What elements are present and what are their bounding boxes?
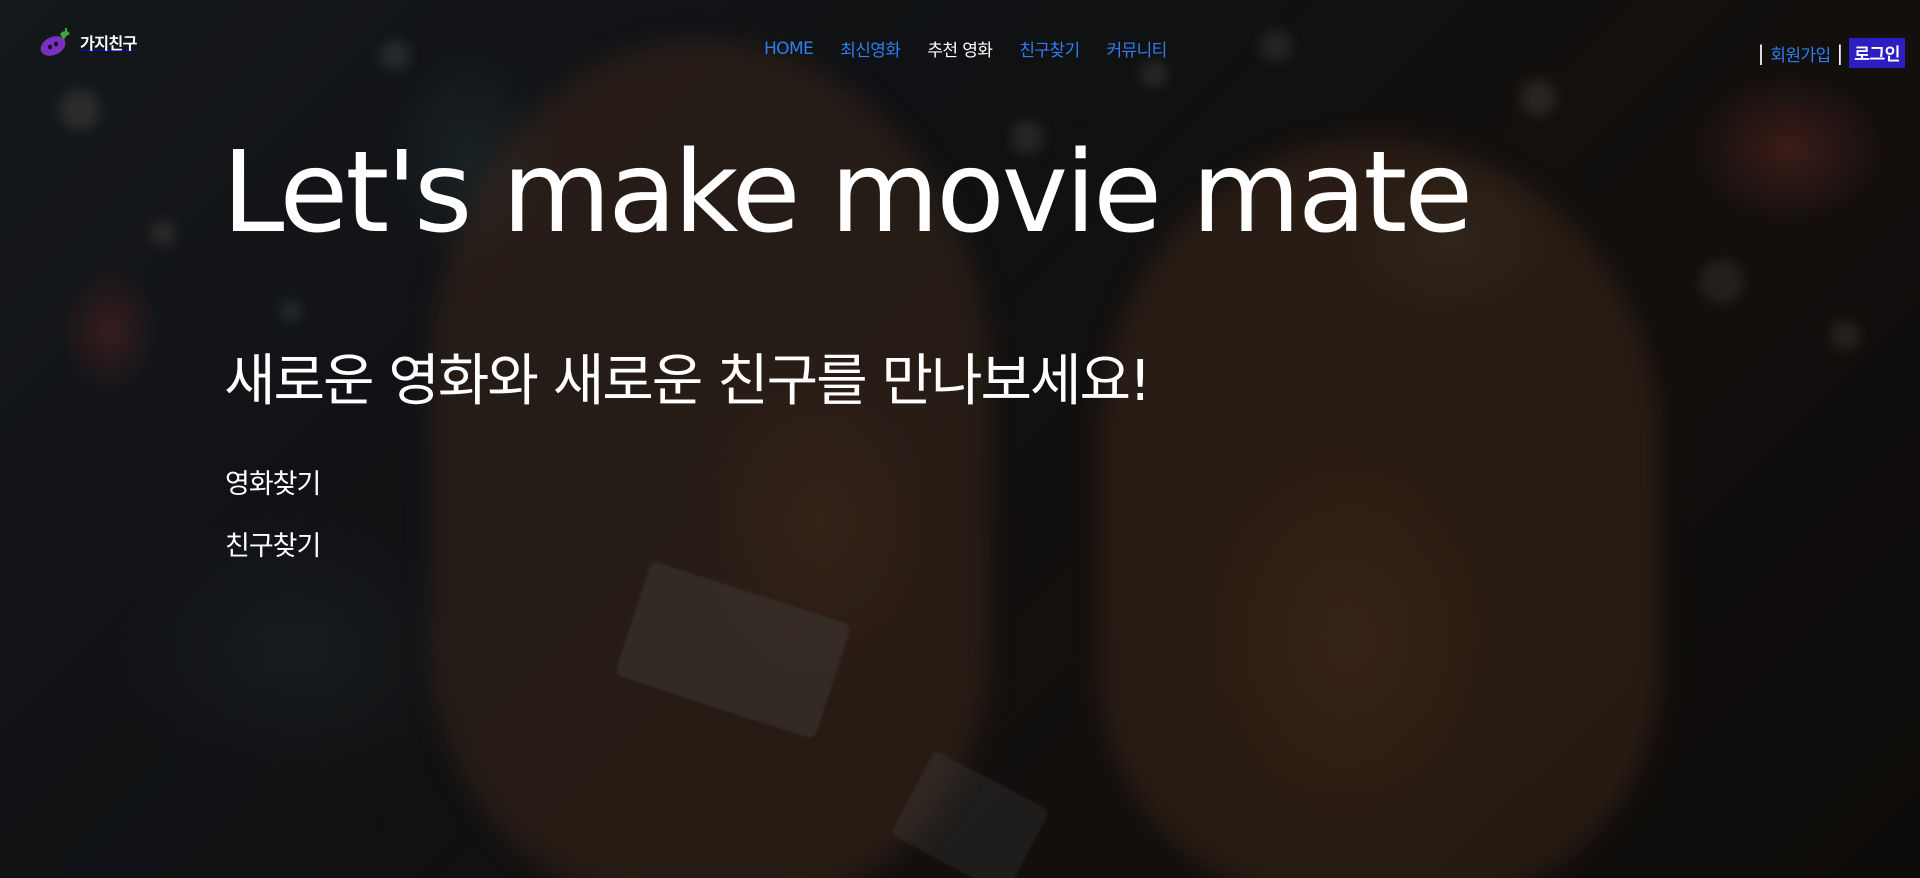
main-nav: HOME 최신영화 추천 영화 친구찾기 커뮤니티 [764,36,1194,62]
hero-subheadline: 새로운 영화와 새로운 친구를 만나보세요! [224,349,1151,414]
find-friend-link[interactable]: 친구찾기 [225,524,321,563]
nav-item-find-friends[interactable]: 친구찾기 [1019,36,1080,61]
hero-headline: Let's make movie mate [222,128,1473,258]
divider: | [1836,41,1844,65]
login-button[interactable]: 로그인 [1849,38,1905,68]
brand-name: 가지친구 [80,34,137,53]
nav-item-recommended-movies[interactable]: 추천 영화 [927,36,993,61]
nav-item-latest-movies[interactable]: 최신영화 [840,36,901,61]
nav-item-home[interactable]: HOME [764,39,814,59]
divider: | [1757,41,1765,65]
brand-link[interactable]: 가지친구 [38,26,137,58]
nav-item-community[interactable]: 커뮤니티 [1107,36,1168,61]
signup-link[interactable]: 회원가입 [1770,41,1831,66]
auth-links: | 회원가입 | 로그인 [1758,38,1905,68]
hero-section: 가지친구 HOME 최신영화 추천 영화 친구찾기 커뮤니티 | 회원가입 | … [0,0,1920,878]
find-movie-link[interactable]: 영화찾기 [225,462,321,501]
eggplant-icon [40,28,70,56]
